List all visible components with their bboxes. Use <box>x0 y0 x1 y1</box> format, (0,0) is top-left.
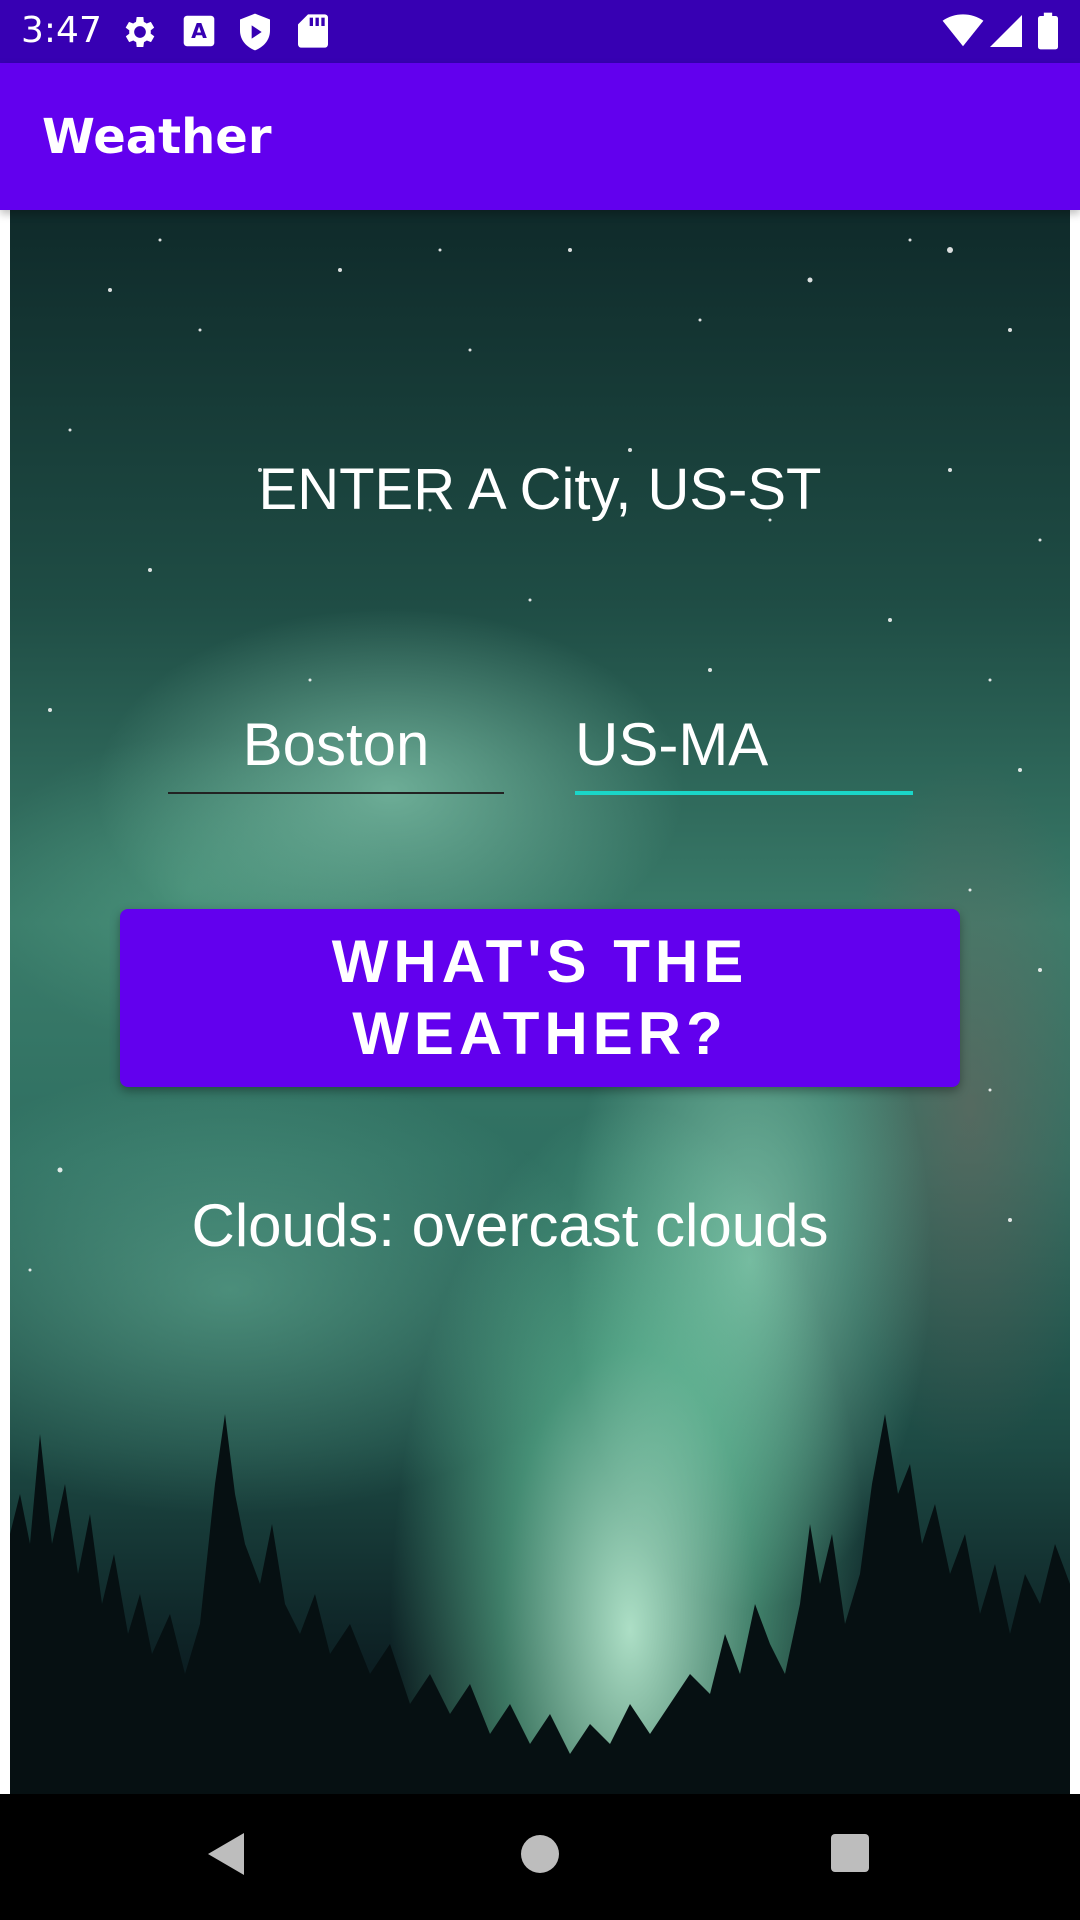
city-input-underline <box>168 792 504 794</box>
navigation-bar <box>0 1794 1080 1920</box>
recents-icon[interactable] <box>830 1833 870 1877</box>
home-icon[interactable] <box>518 1832 562 1880</box>
app-bar: Weather <box>0 63 1080 210</box>
city-input[interactable]: Boston <box>168 700 504 796</box>
forest-silhouette <box>10 1414 1070 1794</box>
weather-result-text: Clouds: overcast clouds <box>191 1192 829 1259</box>
state-input-underline <box>575 791 913 795</box>
keyboard-a-icon: A <box>182 12 216 54</box>
app-title: Weather <box>42 109 272 165</box>
cell-signal-icon <box>990 14 1022 52</box>
prompt-label: ENTER A City, US-ST <box>258 457 822 522</box>
city-input-value: Boston <box>242 711 430 778</box>
battery-icon <box>1038 12 1058 54</box>
settings-icon <box>120 12 160 56</box>
wifi-icon <box>942 14 984 52</box>
status-time: 3:47 <box>21 10 102 51</box>
state-input-value: US-MA <box>575 711 769 778</box>
state-input[interactable]: US-MA <box>575 700 913 796</box>
screen: 3:47 A Weather ENTER A City, US-ST Bosto… <box>0 0 1080 1920</box>
svg-text:A: A <box>191 19 207 43</box>
whats-the-weather-button[interactable]: WHAT'S THE WEATHER? <box>120 909 960 1087</box>
shield-play-icon <box>238 12 272 56</box>
back-icon[interactable] <box>204 1829 248 1883</box>
sd-card-icon <box>298 12 328 54</box>
status-bar: 3:47 A <box>0 0 1080 63</box>
whats-the-weather-button-label: WHAT'S THE WEATHER? <box>331 928 749 1067</box>
